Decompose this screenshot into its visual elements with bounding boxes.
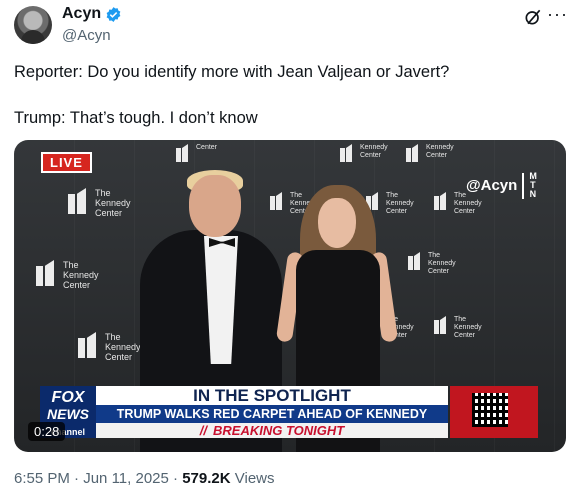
- video-watermark: @Acyn MTN: [466, 171, 537, 199]
- separator: ·: [173, 470, 179, 487]
- kennedy-center-logo: TheKennedyCenter: [366, 192, 414, 216]
- qr-code: [472, 393, 508, 427]
- tweet-text-line-2: Trump: That’s tough. I don’t know: [14, 109, 258, 127]
- kennedy-center-logo: TheKennedyCenter: [68, 188, 131, 218]
- tweet-date[interactable]: Jun 11, 2025: [83, 470, 169, 487]
- tweet-meta: 6:55 PM · Jun 11, 2025 · 579.2K Views: [14, 470, 275, 487]
- author-name[interactable]: Acyn: [62, 5, 101, 23]
- live-badge: LIVE: [41, 152, 92, 173]
- avatar[interactable]: [14, 6, 52, 44]
- kennedy-center-logo: TheKennedyCenter: [78, 332, 141, 362]
- chyron-headline: IN THE SPOTLIGHT: [96, 386, 448, 405]
- verified-badge-icon: [106, 6, 121, 22]
- views-label: Views: [234, 470, 275, 487]
- kennedy-center-logo: TheKennedyCenter: [36, 260, 99, 290]
- kennedy-center-logo: Kennedy Center: [406, 144, 454, 162]
- chyron-subhead: TRUMP WALKS RED CARPET AHEAD OF KENNEDY …: [96, 405, 448, 439]
- video-duration: 0:28: [28, 422, 66, 441]
- grok-icon[interactable]: [523, 7, 543, 27]
- qr-code-panel: [450, 386, 538, 438]
- kennedy-center-logo: Center: [176, 144, 217, 162]
- tweet-text-line-1: Reporter: Do you identify more with Jean…: [14, 63, 450, 81]
- author-handle[interactable]: @Acyn: [62, 27, 111, 44]
- man-head: [189, 175, 241, 237]
- video-player[interactable]: The Kennedy Center The Kennedy Center The Ken…: [14, 140, 566, 452]
- tweet-time[interactable]: 6:55 PM: [14, 470, 70, 487]
- woman-face: [318, 198, 356, 248]
- kennedy-center-logo: TheKennedyCenter: [408, 252, 456, 276]
- more-icon[interactable]: ···: [547, 4, 568, 25]
- kennedy-center-logo: TheKennedyCenter: [434, 316, 482, 340]
- author-name-row[interactable]: Acyn: [62, 5, 122, 23]
- views-count: 579.2K: [182, 470, 231, 487]
- kennedy-center-logo: Kennedy Center: [340, 144, 388, 162]
- news-chyron: FOX NEWS channel IN THE SPOTLIGHT TRUMP …: [40, 386, 448, 439]
- separator: ·: [74, 470, 80, 487]
- chyron-banner: //BREAKING TONIGHT: [96, 423, 448, 438]
